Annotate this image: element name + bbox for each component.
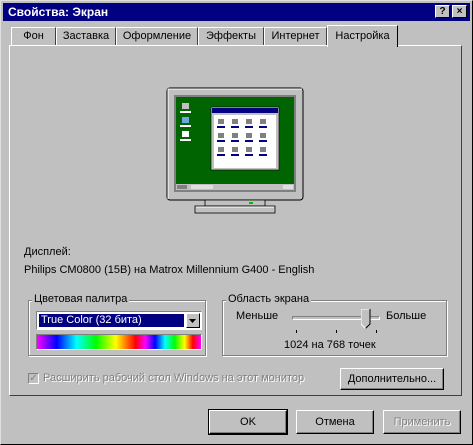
settings-panel: Дисплей: Philips CM0800 (15B) на Matrox … <box>9 45 462 396</box>
display-properties-window: Свойства: Экран ? × Фон Заставка Оформле… <box>0 0 473 445</box>
checkmark-icon: ✓ <box>29 373 38 384</box>
color-spectrum <box>36 334 202 350</box>
screen-area-title: Область экрана <box>226 293 312 305</box>
window-title: Свойства: Экран <box>8 5 109 19</box>
advanced-button-label: Дополнительно... <box>347 373 437 385</box>
advanced-button[interactable]: Дополнительно... <box>340 368 444 390</box>
close-button[interactable]: × <box>452 5 467 18</box>
tab-effects[interactable]: Эффекты <box>198 27 264 46</box>
tab-background-label: Фон <box>23 30 44 42</box>
dropdown-button[interactable] <box>186 313 200 328</box>
slider-tick <box>336 330 337 333</box>
extend-desktop-label: Расширить рабочий стол Windows на этот м… <box>43 372 305 384</box>
tab-screensaver-label: Заставка <box>62 30 110 42</box>
chevron-down-icon <box>189 319 196 323</box>
tab-settings[interactable]: Настройка <box>327 25 398 47</box>
color-palette-dropdown[interactable]: True Color (32 бита) <box>36 311 202 330</box>
color-palette-title: Цветовая палитра <box>32 293 130 305</box>
help-icon: ? <box>439 6 446 17</box>
less-label: Меньше <box>236 310 279 322</box>
apply-button-label: Применить <box>393 416 451 428</box>
extend-desktop-checkbox[interactable]: ✓ <box>28 373 39 384</box>
ok-button-label: OK <box>240 416 256 428</box>
title-bar[interactable]: Свойства: Экран ? × <box>3 3 470 21</box>
apply-button[interactable]: Применить <box>383 410 461 434</box>
ok-button[interactable]: OK <box>208 409 288 435</box>
monitor-preview <box>166 87 304 214</box>
resolution-text: 1024 на 768 точек <box>284 339 376 351</box>
slider-thumb[interactable] <box>360 308 371 329</box>
tab-settings-label: Настройка <box>335 30 390 42</box>
more-label: Больше <box>386 310 427 322</box>
tab-web[interactable]: Интернет <box>264 27 327 46</box>
cancel-button[interactable]: Отмена <box>296 410 374 434</box>
slider-tick <box>296 330 297 333</box>
display-value: Philips CM0800 (15B) на Matrox Millenniu… <box>24 264 315 276</box>
resolution-slider[interactable] <box>292 308 380 336</box>
tab-appearance[interactable]: Оформление <box>116 27 198 46</box>
cancel-button-label: Отмена <box>315 416 355 428</box>
tab-web-label: Интернет <box>271 30 320 42</box>
tab-background[interactable]: Фон <box>11 27 56 46</box>
color-palette-selected: True Color (32 бита) <box>39 314 184 327</box>
tab-effects-label: Эффекты <box>205 30 256 42</box>
help-button[interactable]: ? <box>435 5 450 18</box>
tab-screensaver[interactable]: Заставка <box>56 27 116 46</box>
slider-tick <box>376 330 377 333</box>
display-label: Дисплей: <box>24 246 71 258</box>
tab-appearance-label: Оформление <box>122 30 192 42</box>
close-icon: × <box>456 6 463 17</box>
